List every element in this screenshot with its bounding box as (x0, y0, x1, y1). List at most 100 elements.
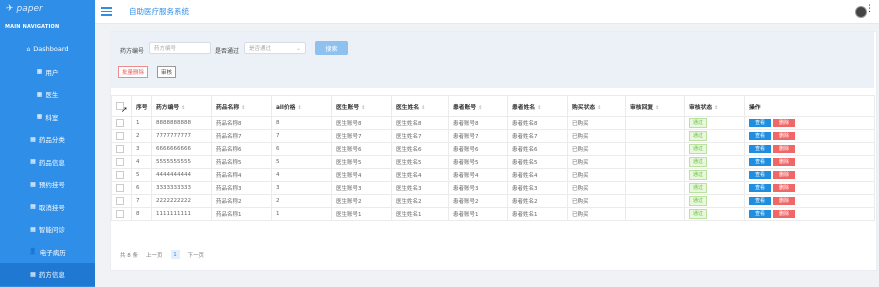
status-badge: 通过 (689, 183, 708, 193)
sidebar-item-6[interactable]: ▦ 预约挂号 (0, 173, 95, 196)
sort-icon[interactable]: ⇕ (181, 105, 185, 111)
row-checkbox[interactable] (116, 197, 124, 205)
view-button[interactable]: 查看 (749, 210, 771, 218)
table-header: 序号 药方编号 ⇕ 药品名称 ⇕ all价格 ⇕ 医生账号 ⇕ 医生姓名 ⇕ 患者账号 ⇕ 患者姓名 ⇕ 购买… (111, 95, 875, 117)
cell-pat-acc: 患者账号3 (448, 181, 508, 195)
row-select-cell (111, 116, 132, 130)
sidebar-item-5[interactable]: ▦ 药品信息 (0, 151, 95, 174)
delete-button[interactable]: 删除 (773, 158, 795, 166)
view-button[interactable]: 查看 (749, 158, 771, 166)
table-row: 5 4444444444 药品名称4 4 医生账号4 医生姓名4 患者账号4 患者姓名4 已购买… (111, 168, 875, 182)
sort-icon[interactable]: ⇕ (361, 105, 365, 111)
sidebar-item-0[interactable]: ⌂ Dashboard (0, 38, 95, 61)
cell-reply (625, 194, 685, 208)
column-header[interactable]: 患者账号 ⇕ (448, 95, 508, 117)
grid-icon: ▦ (36, 90, 43, 98)
delete-button[interactable]: 删除 (773, 119, 795, 127)
cell-status: 通过 (684, 168, 745, 182)
row-select-cell (111, 168, 132, 182)
view-button[interactable]: 查看 (749, 171, 771, 179)
view-button[interactable]: 查看 (749, 197, 771, 205)
cell-no: 7 (131, 194, 152, 208)
view-button[interactable]: 查看 (749, 184, 771, 192)
table-row: 6 3333333333 药品名称3 3 医生账号3 医生姓名3 患者账号3 患者姓名3 已购买… (111, 181, 875, 195)
column-header[interactable]: 医生账号 ⇕ (331, 95, 392, 117)
delete-button[interactable]: 删除 (773, 171, 795, 179)
cell-actions: 查看 删除 (744, 194, 875, 208)
column-header[interactable]: all价格 ⇕ (271, 95, 332, 117)
row-checkbox[interactable] (116, 158, 124, 166)
row-checkbox[interactable] (116, 132, 124, 140)
app-logo[interactable]: ✈ paper (0, 0, 95, 18)
cell-buy: 已购买 (567, 181, 626, 195)
sidebar-item-9[interactable]: 👤 电子病历 (0, 241, 95, 264)
cell-actions: 查看 删除 (744, 155, 875, 169)
sort-icon[interactable]: ⇕ (714, 105, 718, 111)
sort-icon[interactable]: ⇕ (597, 105, 601, 111)
view-button[interactable]: 查看 (749, 119, 771, 127)
sidebar-item-2[interactable]: ▦ 医生 (0, 83, 95, 106)
cell-doc-name: 医生姓名1 (391, 207, 449, 221)
view-button[interactable]: 查看 (749, 145, 771, 153)
menu-toggle-icon[interactable] (101, 7, 112, 16)
prescription-table: 序号 药方编号 ⇕ 药品名称 ⇕ all价格 ⇕ 医生账号 ⇕ 医生姓名 ⇕ 患者账号 ⇕ 患者姓名 ⇕ 购买… (111, 95, 875, 221)
next-page-button[interactable]: 下一页 (188, 251, 205, 259)
column-header[interactable]: 购买状态 ⇕ (567, 95, 626, 117)
nav-section-title: MAIN NAVIGATION (5, 24, 60, 30)
code-input[interactable]: 药方编号 (149, 42, 211, 54)
audit-button[interactable]: 审核 (157, 66, 177, 78)
search-button[interactable]: 搜索 (315, 41, 348, 55)
page-1-button[interactable]: 1 (170, 250, 180, 259)
cell-actions: 查看 删除 (744, 168, 875, 182)
sidebar: ✈ paper MAIN NAVIGATION ⌂ Dashboard ▦ 用户 ▦ 医生… (0, 0, 95, 287)
sidebar-item-3[interactable]: ▦ 科室 (0, 106, 95, 129)
view-button[interactable]: 查看 (749, 132, 771, 140)
cell-actions: 查看 删除 (744, 116, 875, 130)
column-header[interactable]: 审核状态 ⇕ (684, 95, 745, 117)
cell-reply (625, 142, 685, 156)
cell-status: 通过 (684, 116, 745, 130)
status-badge: 通过 (689, 209, 708, 219)
sort-icon[interactable]: ⇕ (478, 105, 482, 111)
pass-select[interactable]: 是否通过 ⌄ (244, 42, 306, 54)
cell-pat-acc: 患者账号6 (448, 142, 508, 156)
cell-no: 6 (131, 181, 152, 195)
sidebar-item-1[interactable]: ▦ 用户 (0, 61, 95, 84)
column-header[interactable]: 患者姓名 ⇕ (507, 95, 568, 117)
delete-button[interactable]: 删除 (773, 197, 795, 205)
sort-icon[interactable]: ⇕ (297, 105, 301, 111)
cell-doc-acc: 医生账号5 (331, 155, 392, 169)
sidebar-item-4[interactable]: ▦ 药品分类 (0, 128, 95, 151)
nav-list: ⌂ Dashboard ▦ 用户 ▦ 医生 ▦ 科室 ▦ 药品分类 ▦ 药品信息 ▦ 预约挂号 ▦ 取消挂号 ▦… (0, 38, 95, 286)
delete-button[interactable]: 删除 (773, 184, 795, 192)
row-checkbox[interactable] (116, 171, 124, 179)
column-header[interactable]: 药方编号 ⇕ (151, 95, 212, 117)
sort-icon[interactable]: ⇕ (241, 105, 245, 111)
sidebar-item-10[interactable]: ▦ 药方信息 (0, 263, 95, 286)
delete-button[interactable]: 删除 (773, 145, 795, 153)
user-icon: 👤 (29, 248, 37, 256)
cell-doc-acc: 医生账号4 (331, 168, 392, 182)
sort-icon[interactable]: ⇕ (421, 105, 425, 111)
cell-reply (625, 168, 685, 182)
cell-doc-name: 医生姓名7 (391, 129, 449, 143)
column-header[interactable]: 药品名称 ⇕ (211, 95, 272, 117)
column-header[interactable]: 医生姓名 ⇕ (391, 95, 449, 117)
cell-pat-name: 患者姓名8 (507, 116, 568, 130)
row-checkbox[interactable] (116, 145, 124, 153)
cell-price: 5 (271, 155, 332, 169)
sort-icon[interactable]: ⇕ (655, 105, 659, 111)
batch-delete-button[interactable]: 批量删除 (118, 66, 149, 78)
delete-button[interactable]: 删除 (773, 210, 795, 218)
more-menu-icon[interactable]: ⋮ (865, 5, 874, 14)
delete-button[interactable]: 删除 (773, 132, 795, 140)
row-checkbox[interactable] (116, 119, 124, 127)
prev-page-button[interactable]: 上一页 (146, 251, 163, 259)
sidebar-item-8[interactable]: ▦ 智能问诊 (0, 218, 95, 241)
sort-icon[interactable]: ⇕ (537, 105, 541, 111)
row-checkbox[interactable] (116, 184, 124, 192)
cell-code: 3333333333 (151, 181, 212, 195)
column-header[interactable]: 审核回复 ⇕ (625, 95, 685, 117)
row-checkbox[interactable] (116, 210, 124, 218)
sidebar-item-7[interactable]: ▦ 取消挂号 (0, 196, 95, 219)
